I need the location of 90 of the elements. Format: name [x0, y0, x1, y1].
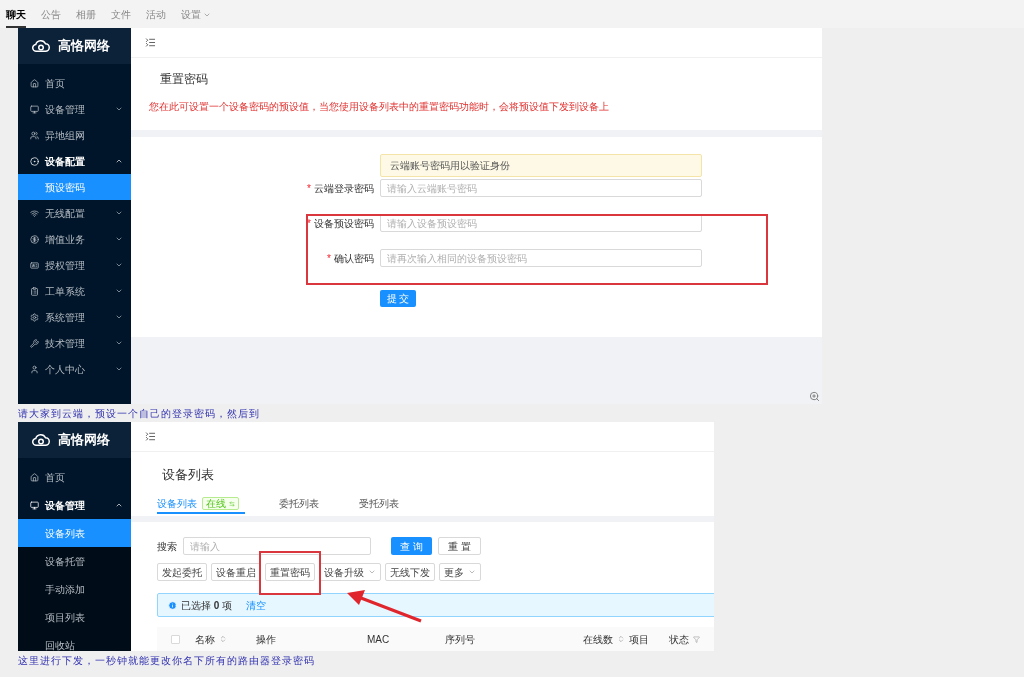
menu-item[interactable]: 设备配置 — [18, 148, 131, 174]
page-title: 重置密码 — [160, 71, 209, 88]
submenu-item[interactable]: 项目列表 — [18, 603, 131, 631]
status-badge: 在线 — [202, 497, 239, 510]
required-mark: * — [327, 251, 331, 266]
select-all-checkbox[interactable] — [171, 634, 180, 644]
clipboard-icon — [30, 286, 39, 296]
menu-item[interactable]: 技术管理 — [18, 330, 131, 356]
column-header: 状态 — [669, 632, 689, 647]
chevron-down-icon — [115, 261, 123, 269]
info-icon — [168, 600, 177, 610]
chevron-down-icon — [115, 365, 123, 373]
chevron-down-icon — [115, 105, 123, 113]
wrench-icon — [30, 338, 39, 348]
field-label: 设备预设密码 — [314, 216, 374, 231]
submenu-item[interactable]: 手动添加 — [18, 575, 131, 603]
menu-icon[interactable] — [145, 431, 156, 442]
sort-icon[interactable] — [219, 635, 227, 643]
menu-item[interactable]: 异地组网 — [18, 122, 131, 148]
chevron-down-icon — [115, 313, 123, 321]
swap-icon — [229, 500, 235, 507]
cloud-logo-icon — [32, 39, 50, 53]
chat-message: 这里进行下发，一秒钟就能更改你名下所有的路由器登录密码 — [18, 653, 315, 668]
brand-name: 高恪网络 — [58, 431, 110, 450]
menu-item[interactable]: 增值业务 — [18, 226, 131, 252]
password-field[interactable]: 请输入云端账号密码 — [380, 179, 702, 197]
menu-item[interactable]: 系统管理 — [18, 304, 131, 330]
menu-item[interactable]: 设备管理 — [18, 96, 131, 122]
chevron-up-icon — [115, 501, 123, 509]
chat-message: 请大家到云端，预设一个自己的登录密码，然后到 — [18, 406, 260, 421]
action-button[interactable]: 重置密码 — [265, 563, 315, 581]
action-button[interactable]: 无线下发 — [385, 563, 435, 581]
field-label: 云端登录密码 — [314, 181, 374, 196]
submenu-item[interactable]: 设备托管 — [18, 547, 131, 575]
column-header: 项目 — [629, 632, 649, 647]
search-field[interactable]: 请输入 — [183, 537, 371, 555]
menu-item[interactable]: 工单系统 — [18, 278, 131, 304]
tab[interactable]: 委托列表 — [279, 495, 325, 514]
brand-name: 高恪网络 — [58, 37, 110, 56]
notice: 云端账号密码用以验证身份 — [380, 154, 702, 177]
action-button[interactable]: 更多 — [439, 563, 481, 581]
menu-item[interactable]: 授权管理 — [18, 252, 131, 278]
action-button[interactable]: 发起委托 — [157, 563, 207, 581]
chevron-down-icon — [115, 287, 123, 295]
caret-icon — [368, 568, 376, 576]
highlight-frame — [259, 551, 321, 595]
menu-item[interactable]: 首页 — [18, 463, 131, 491]
column-header: 名称 — [195, 632, 215, 647]
home-icon — [30, 78, 39, 88]
password-field[interactable]: 请再次输入相同的设备预设密码 — [380, 249, 702, 267]
people-icon — [30, 130, 39, 140]
menu-icon[interactable] — [145, 37, 156, 48]
settings-icon — [30, 312, 39, 322]
sort-icon[interactable] — [617, 635, 625, 643]
action-button[interactable]: 设备升级 — [319, 563, 381, 581]
caret-icon — [468, 568, 476, 576]
search-label: 搜索 — [157, 539, 177, 554]
search-button[interactable]: 重 置 — [437, 537, 481, 555]
field-label: 确认密码 — [334, 251, 374, 266]
column-header: MAC — [367, 632, 390, 647]
user-icon — [30, 364, 39, 374]
coin-icon — [30, 234, 39, 244]
chevron-down-icon — [115, 209, 123, 217]
column-header: 序列号 — [445, 632, 475, 647]
column-header: 在线数 — [583, 632, 613, 647]
chat-tab[interactable]: 设置 — [181, 3, 211, 28]
menu-item[interactable]: 首页 — [18, 70, 131, 96]
card-icon — [30, 260, 39, 270]
chevron-up-icon — [115, 157, 123, 165]
column-header: 操作 — [256, 632, 276, 647]
selection-count: 已选择 0 项 — [181, 598, 233, 613]
tab[interactable]: 受托列表 — [359, 495, 405, 514]
cloud-logo-icon — [32, 433, 50, 447]
chevron-down-icon — [115, 339, 123, 347]
zoom-icon[interactable] — [809, 391, 820, 402]
home-icon — [30, 472, 39, 482]
filter-icon[interactable] — [693, 635, 700, 643]
description: 您在此可设置一个设备密码的预设值，当您使用设备列表中的重置密码功能时，会将预设值下发到设备上 — [149, 100, 610, 114]
menu-item[interactable]: 设备管理 — [18, 491, 131, 519]
monitor-icon — [30, 500, 39, 510]
menu-item[interactable]: 个人中心 — [18, 356, 131, 382]
submenu-item[interactable]: 回收站 — [18, 631, 131, 651]
wifi-icon — [30, 208, 39, 218]
chevron-down-icon — [115, 235, 123, 243]
menu-item[interactable]: 无线配置 — [18, 200, 131, 226]
monitor-icon — [30, 104, 39, 114]
required-mark: * — [307, 181, 311, 196]
page-title: 设备列表 — [162, 466, 215, 484]
target-icon — [30, 156, 39, 166]
action-button[interactable]: 设备重启 — [211, 563, 261, 581]
